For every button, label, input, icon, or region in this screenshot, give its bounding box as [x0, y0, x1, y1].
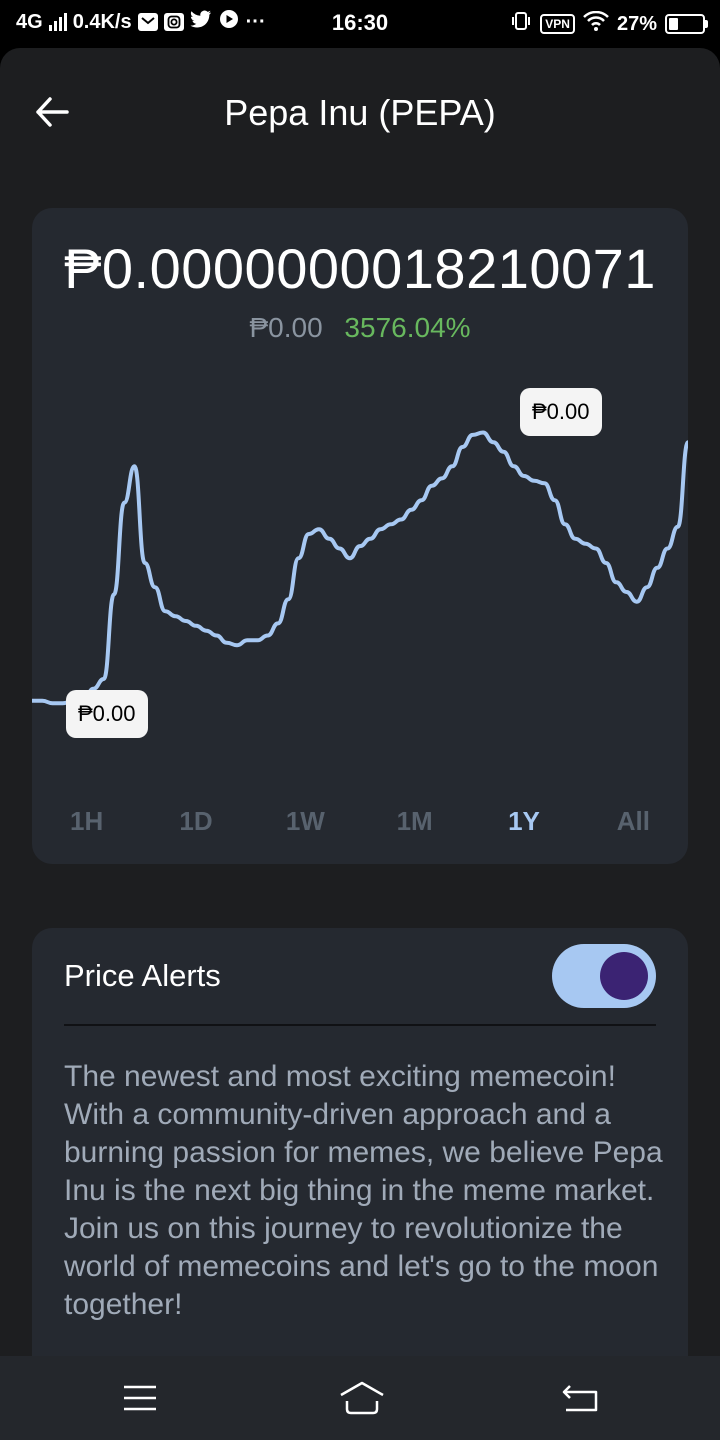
home-icon [340, 1381, 384, 1415]
high-price-tooltip: ₱0.00 [520, 388, 602, 436]
range-tab-1d[interactable]: 1D [141, 796, 250, 846]
price-alerts-label: Price Alerts [64, 958, 221, 993]
battery-icon [665, 14, 708, 34]
app-screen: Pepa Inu (PEPA) ₱0.0000000018210071 ₱0.0… [0, 48, 720, 1356]
status-right: VPN 27% [510, 10, 708, 38]
status-bar: 4G 0.4K/s ··· 16:30 VPN 27% [0, 0, 720, 48]
page-title: Pepa Inu (PEPA) [224, 92, 496, 133]
price-series-line [32, 430, 688, 706]
divider [64, 1024, 656, 1026]
menu-icon [124, 1385, 156, 1411]
time-range-selector: 1H 1D 1W 1M 1Y All [32, 796, 688, 846]
toggle-knob [600, 952, 648, 1000]
vibrate-icon [510, 10, 532, 38]
range-tab-1w[interactable]: 1W [251, 796, 360, 846]
range-tab-1m[interactable]: 1M [360, 796, 469, 846]
current-price: ₱0.0000000018210071 [64, 237, 656, 300]
price-change: ₱0.00 3576.04% [32, 312, 688, 344]
top-app-bar: Pepa Inu (PEPA) [0, 48, 720, 178]
low-price-tooltip: ₱0.00 [66, 690, 148, 738]
system-nav-bar [0, 1356, 720, 1440]
range-tab-1h[interactable]: 1H [32, 796, 141, 846]
price-change-percent: 3576.04% [344, 312, 471, 343]
price-change-absolute: ₱0.00 [249, 312, 323, 343]
home-button[interactable] [338, 1374, 386, 1422]
back-icon [562, 1385, 598, 1412]
coin-description: The newest and most exciting memecoin! W… [64, 1060, 663, 1321]
price-alerts-toggle[interactable] [552, 944, 656, 1008]
price-chart-card: ₱0.0000000018210071 ₱0.00 3576.04% ₱0.00… [32, 208, 688, 864]
range-tab-1y[interactable]: 1Y [469, 796, 578, 846]
wifi-icon [583, 10, 609, 37]
back-nav-button[interactable] [556, 1374, 604, 1422]
vpn-icon: VPN [540, 14, 575, 34]
price-alerts-card: Price Alerts The newest and most excitin… [32, 928, 688, 1356]
menu-button[interactable] [116, 1374, 164, 1422]
battery-percent: 27% [616, 12, 657, 35]
range-tab-all[interactable]: All [579, 796, 688, 846]
